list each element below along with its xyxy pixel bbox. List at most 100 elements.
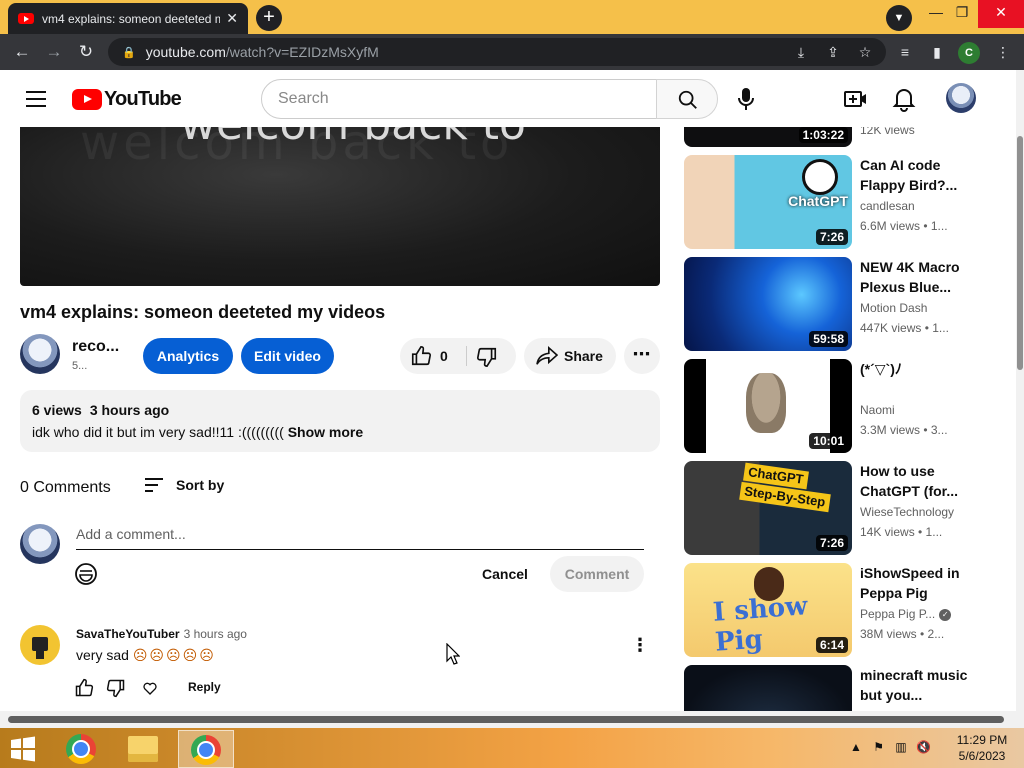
profile-avatar[interactable]: C (958, 42, 980, 64)
comment-menu-button[interactable]: ⋮ (630, 634, 650, 658)
channel-name-text: Peppa Pig P... (860, 607, 936, 621)
share-page-icon[interactable]: ⇪ (824, 43, 842, 61)
related-video-thumbnail[interactable]: I show Pig 6:14 (684, 563, 852, 657)
tab-close-icon[interactable]: ✕ (226, 10, 238, 27)
windows-taskbar: ▲ ⚑ ▥ 🔇 11:29 PM 5/6/2023 (0, 728, 1024, 768)
channel-avatar[interactable] (20, 334, 60, 374)
youtube-logo[interactable]: YouTube (72, 88, 182, 111)
comment-author[interactable]: SavaTheYouTuber (76, 627, 180, 641)
description-box[interactable]: 6 views 3 hours ago idk who did it but im… (20, 390, 660, 452)
commenter-avatar[interactable] (20, 625, 60, 665)
share-button[interactable]: Share (524, 338, 616, 374)
create-video-button[interactable] (842, 86, 868, 112)
forward-button[interactable]: → (42, 40, 66, 64)
notifications-button[interactable] (892, 86, 918, 112)
submit-comment-button[interactable]: Comment (550, 556, 644, 592)
taskbar-clock[interactable]: 11:29 PM 5/6/2023 (950, 732, 1014, 764)
analytics-button[interactable]: Analytics (143, 338, 233, 374)
account-avatar[interactable] (946, 83, 976, 113)
chrome-menu-icon[interactable]: ⋮ (994, 43, 1012, 61)
related-video-title[interactable]: How to use ChatGPT (for... (860, 461, 972, 501)
network-icon[interactable]: ▥ (895, 740, 906, 754)
close-window-button[interactable]: ✕ (978, 0, 1024, 28)
edit-video-button[interactable]: Edit video (241, 338, 334, 374)
emoji-button[interactable] (72, 560, 100, 588)
related-video-thumbnail[interactable]: ChatGPT 7:26 (684, 155, 852, 249)
video-player[interactable]: welcom back to welcom back to (20, 127, 660, 286)
tray-arrow-icon[interactable]: ▲ (850, 740, 862, 754)
sort-by-button[interactable]: Sort by (144, 476, 224, 494)
video-duration: 7:26 (815, 535, 848, 551)
related-video-title[interactable]: (*´▽`)ﾉ (860, 359, 972, 379)
tv-body-shape (36, 651, 44, 659)
dislike-icon[interactable] (476, 346, 498, 368)
comment-time[interactable]: 3 hours ago (184, 627, 247, 641)
side-panel-icon[interactable]: ▮ (928, 43, 946, 61)
video-duration: 7:26 (815, 229, 848, 245)
install-icon[interactable]: ⤓ (792, 43, 810, 61)
youtube-play-logo-icon (72, 89, 102, 110)
bookmark-star-icon[interactable]: ☆ (856, 43, 874, 61)
horizontal-scrollbar[interactable] (0, 711, 1024, 728)
channel-name[interactable]: reco... (72, 338, 119, 356)
show-more-link[interactable]: Show more (288, 424, 363, 440)
related-video-meta: 12K views (860, 127, 915, 137)
vertical-scrollbar[interactable] (1016, 70, 1024, 711)
new-tab-button[interactable]: + (256, 5, 282, 31)
folder-icon (128, 736, 158, 762)
cancel-comment-button[interactable]: Cancel (470, 556, 540, 592)
related-video-thumbnail[interactable]: ChatGPT Step-By-Step 7:26 (684, 461, 852, 555)
comment-like-icon[interactable] (74, 678, 94, 698)
related-video-title[interactable]: minecraft music but you... (860, 665, 972, 705)
browser-tab-active[interactable]: vm4 explains: someon deeteted my videos … (8, 3, 248, 34)
related-video-meta: 6.6M views • 1... (860, 219, 948, 233)
taskbar-chrome-active[interactable] (178, 730, 234, 768)
volume-icon[interactable]: 🔇 (916, 740, 931, 754)
horizontal-scroll-thumb[interactable] (8, 716, 1004, 723)
related-video-item[interactable]: ChatGPT Step-By-Step 7:26 How to use Cha… (684, 461, 1014, 555)
youtube-wordmark: YouTube (104, 88, 182, 110)
comments-count: 0 Comments (20, 479, 111, 496)
search-input[interactable]: Search (261, 79, 657, 119)
tv-head-icon (32, 637, 48, 651)
restore-button[interactable]: ❐ (946, 0, 978, 28)
heart-icon[interactable] (142, 680, 158, 696)
related-video-title[interactable]: Can AI code Flappy Bird?... (860, 155, 972, 195)
related-video-title[interactable]: NEW 4K Macro Plexus Blue... (860, 257, 972, 297)
related-video-item[interactable]: 10:01 (*´▽`)ﾉ Naomi 3.3M views • 3... (684, 359, 1014, 453)
taskbar-file-explorer[interactable] (116, 730, 172, 768)
more-actions-button[interactable]: ⋯ (624, 338, 660, 374)
taskbar-chrome[interactable] (54, 730, 110, 768)
media-controls-icon[interactable]: ≡ (896, 43, 914, 61)
back-button[interactable]: ← (10, 40, 34, 64)
comment-dislike-icon[interactable] (106, 678, 126, 698)
related-video-item[interactable]: minecraft music but you... (684, 665, 1014, 711)
related-video-thumbnail[interactable] (684, 665, 852, 711)
guide-menu-icon[interactable] (26, 91, 46, 107)
voice-search-button[interactable] (732, 85, 760, 113)
related-video-thumbnail[interactable]: 1:03:22 (684, 127, 852, 147)
flag-icon[interactable]: ⚑ (873, 740, 884, 754)
address-bar[interactable]: 🔒 youtube.com/watch?v=EZIDzMsXyfM (108, 38, 886, 66)
related-video-item[interactable]: 1:03:22 12K views (684, 127, 1014, 147)
related-video-thumbnail[interactable]: 10:01 (684, 359, 852, 453)
youtube-masthead: YouTube Search (0, 70, 1016, 127)
upload-time: 3 hours ago (89, 402, 170, 418)
lock-icon: 🔒 (122, 46, 136, 59)
vertical-scroll-thumb[interactable] (1017, 136, 1023, 370)
related-video-item[interactable]: 59:58 NEW 4K Macro Plexus Blue... Motion… (684, 257, 1014, 351)
tab-search-button[interactable]: ▼ (886, 5, 912, 31)
windows-start-icon[interactable] (10, 736, 36, 762)
like-icon[interactable] (410, 345, 432, 367)
video-duration: 1:03:22 (798, 127, 848, 143)
add-comment-input[interactable]: Add a comment... (76, 524, 644, 550)
search-icon (678, 90, 697, 109)
reply-button[interactable]: Reply (188, 680, 221, 694)
reload-button[interactable]: ↻ (74, 40, 98, 64)
related-video-item[interactable]: I show Pig 6:14 iShowSpeed in Peppa Pig … (684, 563, 1014, 657)
related-video-item[interactable]: ChatGPT 7:26 Can AI code Flappy Bird?...… (684, 155, 1014, 249)
related-video-thumbnail[interactable]: 59:58 (684, 257, 852, 351)
search-button[interactable] (656, 79, 718, 119)
related-video-title[interactable]: iShowSpeed in Peppa Pig (860, 563, 972, 603)
system-tray: ▲ ⚑ ▥ 🔇 (850, 740, 931, 754)
